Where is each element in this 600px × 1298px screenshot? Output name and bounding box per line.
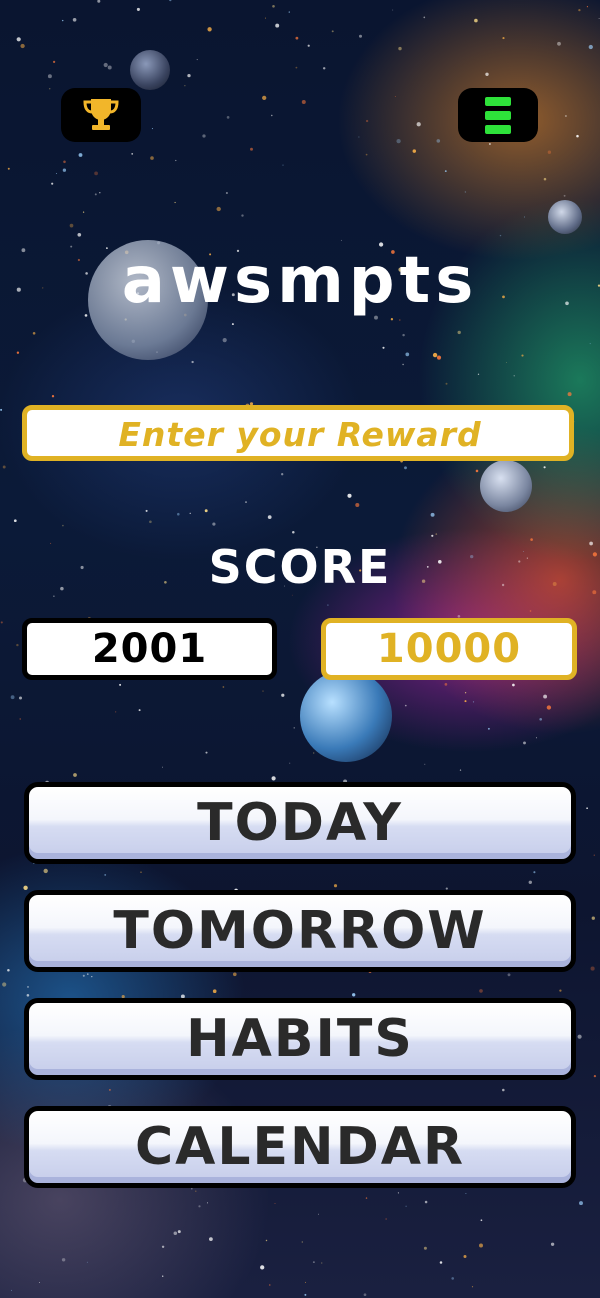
menu-button[interactable] [458,88,538,142]
current-score: 2001 [22,618,277,680]
today-button[interactable]: TODAY [24,782,576,864]
goal-score[interactable]: 10000 [321,618,577,680]
app-screen: awsmpts SCORE 2001 10000 TODAY TOMORROW … [0,0,600,1298]
calendar-button[interactable]: CALENDAR [24,1106,576,1188]
habits-button[interactable]: HABITS [24,998,576,1080]
planet-decoration [548,200,582,234]
app-title: awsmpts [121,244,479,318]
reward-input[interactable] [27,410,573,458]
planet-decoration [480,460,532,512]
menu-icon [485,96,511,134]
leaderboard-button[interactable] [61,88,141,142]
tomorrow-button[interactable]: TOMORROW [24,890,576,972]
score-label: SCORE [208,540,392,594]
planet-decoration [130,50,170,90]
reward-field[interactable] [22,405,574,461]
trophy-icon [83,99,119,130]
planet-decoration [300,670,392,762]
